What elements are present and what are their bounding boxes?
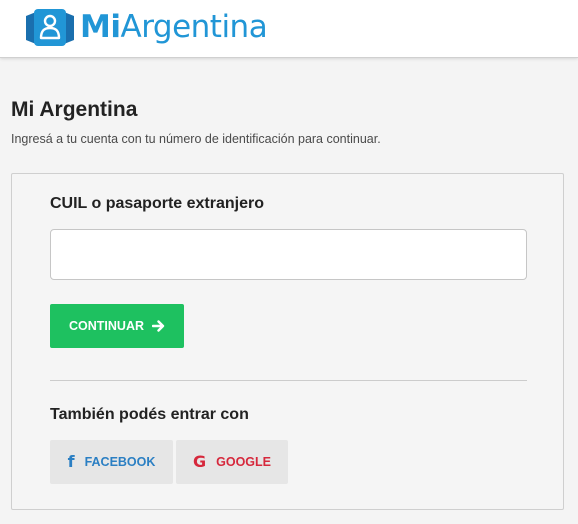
facebook-button[interactable]: f FACEBOOK xyxy=(50,440,173,484)
divider xyxy=(50,380,527,381)
brand-wordmark: MiArgentina xyxy=(80,9,268,45)
facebook-icon: f xyxy=(67,452,75,471)
page-subtitle: Ingresá a tu cuenta con tu número de ide… xyxy=(11,132,381,146)
social-login-label: También podés entrar con xyxy=(50,406,249,423)
google-icon: G xyxy=(192,452,207,471)
top-bar: MiArgentina xyxy=(0,0,578,58)
cuil-field-label: CUIL o pasaporte extranjero xyxy=(50,195,264,212)
login-card: CUIL o pasaporte extranjero CONTINUAR Ta… xyxy=(11,173,564,510)
arrow-right-icon xyxy=(152,320,165,332)
mi-argentina-logo[interactable]: MiArgentina xyxy=(24,6,268,48)
google-button[interactable]: G GOOGLE xyxy=(176,440,288,484)
continue-button-label: CONTINUAR xyxy=(69,319,144,333)
cuil-input[interactable] xyxy=(50,229,527,280)
google-button-label: GOOGLE xyxy=(216,455,271,469)
person-badge-icon xyxy=(26,9,74,46)
facebook-button-label: FACEBOOK xyxy=(84,455,156,469)
continue-button[interactable]: CONTINUAR xyxy=(50,304,184,348)
page-title: Mi Argentina xyxy=(11,98,138,121)
